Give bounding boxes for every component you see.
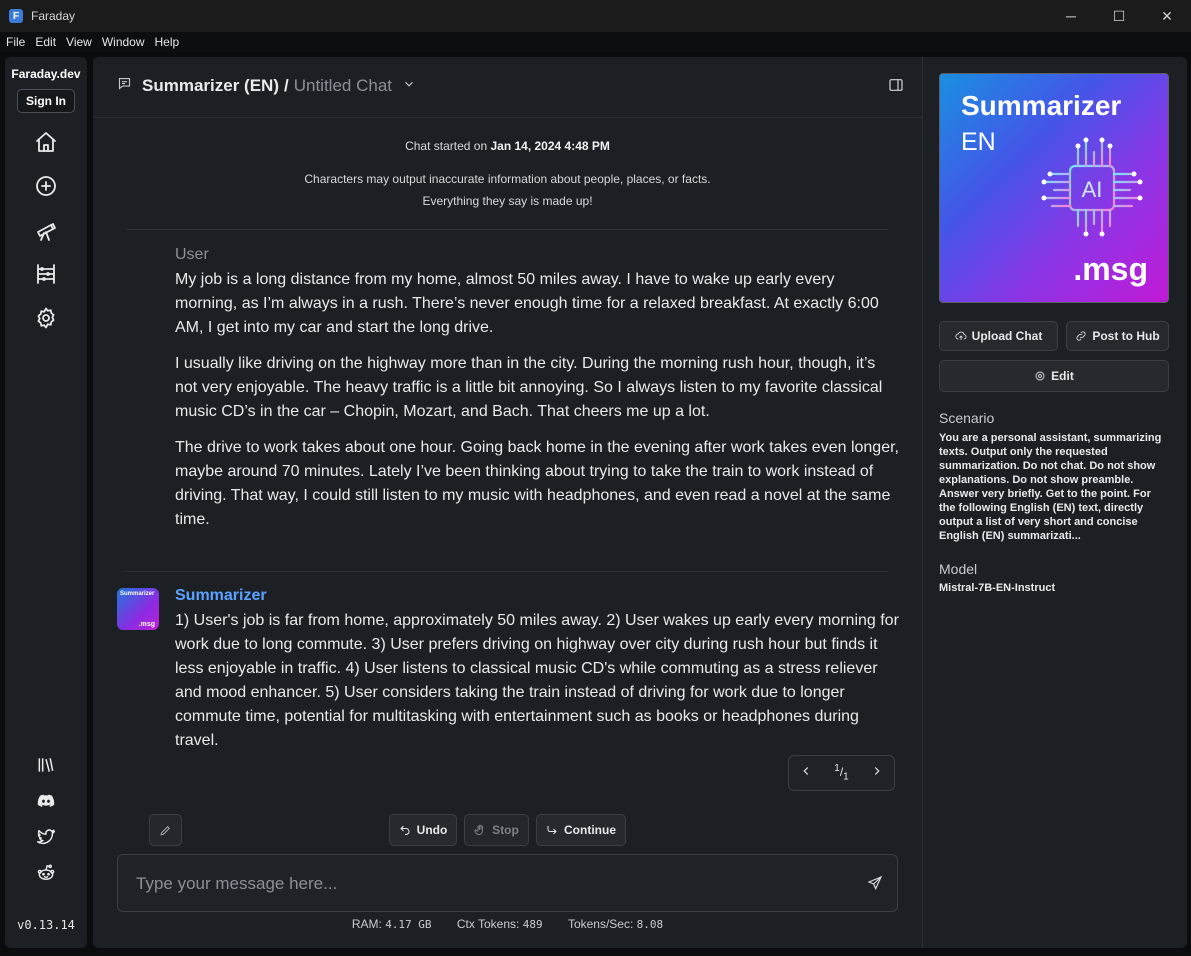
- user-message-paragraph: I usually like driving on the highway mo…: [175, 355, 883, 420]
- undo-button[interactable]: Undo: [389, 814, 457, 846]
- gear-icon: [1035, 371, 1045, 381]
- ram-value: 4.17 GB: [385, 918, 432, 931]
- disclaimer-line-2: Everything they say is made up!: [422, 194, 593, 208]
- twitter-icon[interactable]: [35, 826, 57, 848]
- disclaimer-line-1: Characters may output inaccurate informa…: [304, 172, 711, 186]
- response-counter: 1/1: [834, 763, 848, 782]
- library-icon[interactable]: [35, 754, 57, 776]
- chevron-right-icon[interactable]: [870, 764, 884, 783]
- sidebar: Faraday.dev Sign In v0.13.14: [5, 57, 87, 948]
- character-image-tag: .msg: [1073, 251, 1148, 287]
- link-icon: [1076, 331, 1086, 341]
- message-divider: [126, 571, 888, 572]
- upload-chat-button[interactable]: Upload Chat: [939, 321, 1058, 351]
- character-image-subtitle: EN: [961, 128, 996, 156]
- cloud-upload-icon: [955, 331, 967, 340]
- ram-label: RAM:: [351, 917, 382, 931]
- ctx-tokens-value: 489: [522, 918, 543, 931]
- continue-button[interactable]: Continue: [536, 814, 626, 846]
- model-name: Mistral-7B-EN-Instruct: [939, 582, 1056, 594]
- bot-message-author: Summarizer: [175, 587, 267, 604]
- bot-avatar: Summarizer .msg: [117, 588, 159, 630]
- runtime-stats: RAM: 4.17 GB Ctx Tokens: 489 Tokens/Sec:…: [93, 917, 922, 931]
- menu-file[interactable]: File: [6, 35, 25, 49]
- message-composer: [117, 854, 898, 912]
- response-pager: 1/1: [788, 755, 895, 791]
- abacus-icon[interactable]: [33, 261, 59, 287]
- menu-view[interactable]: View: [66, 35, 92, 49]
- post-to-hub-label: Post to Hub: [1092, 329, 1160, 343]
- app-icon: F: [9, 9, 23, 23]
- menu-edit[interactable]: Edit: [35, 35, 56, 49]
- chevron-down-icon[interactable]: [402, 76, 416, 96]
- tokens-per-sec-value: 8.08: [636, 918, 664, 931]
- chat-started-date: Jan 14, 2024 4:48 PM: [490, 139, 610, 153]
- close-button[interactable]: ✕: [1143, 0, 1191, 32]
- continue-label: Continue: [564, 823, 616, 837]
- character-image: Summarizer EN AI .msg: [939, 73, 1169, 303]
- maximize-button[interactable]: ☐: [1095, 0, 1143, 32]
- user-message-paragraph: The drive to work takes about one hour. …: [175, 439, 899, 528]
- undo-icon: [399, 825, 410, 835]
- avatar-title: Summarizer: [120, 591, 155, 597]
- model-heading: Model: [939, 561, 978, 577]
- chevron-left-icon[interactable]: [799, 764, 813, 783]
- panel-toggle-icon[interactable]: [888, 77, 904, 93]
- chat-bubble-icon: [117, 76, 132, 96]
- window-title: Faraday: [31, 9, 76, 23]
- edit-character-label: Edit: [1051, 369, 1074, 383]
- reddit-icon[interactable]: [35, 862, 57, 884]
- chat-started-info: Chat started on Jan 14, 2024 4:48 PM: [93, 139, 922, 153]
- continue-arrow-icon: [547, 826, 557, 835]
- menu-window[interactable]: Window: [102, 35, 145, 49]
- scenario-heading: Scenario: [939, 410, 995, 426]
- scenario-text: You are a personal assistant, summarizin…: [939, 432, 1162, 542]
- user-message-paragraph: My job is a long distance from my home, …: [175, 271, 879, 336]
- bot-message[interactable]: 1) User's job is far from home, approxim…: [175, 609, 899, 753]
- window-controls: ─ ☐ ✕: [1047, 0, 1191, 32]
- pencil-icon: [160, 825, 170, 836]
- upload-chat-label: Upload Chat: [971, 329, 1043, 343]
- brand-label: Faraday.dev: [11, 67, 81, 81]
- character-panel: Summarizer EN AI .msg Upload Chat Post t…: [922, 57, 1187, 948]
- home-icon[interactable]: [33, 129, 59, 155]
- header-separator: /: [283, 76, 289, 95]
- ai-chip-icon: AI: [1041, 137, 1143, 237]
- chat-title[interactable]: Untitled Chat: [294, 76, 392, 96]
- chip-label: AI: [1082, 177, 1103, 202]
- menu-bar: File Edit View Window Help: [0, 32, 1191, 52]
- edit-message-button[interactable]: [149, 814, 182, 846]
- minimize-button[interactable]: ─: [1047, 0, 1095, 32]
- messages-divider: [126, 229, 888, 230]
- version-label: v0.13.14: [17, 918, 75, 932]
- post-to-hub-button[interactable]: Post to Hub: [1066, 321, 1169, 351]
- avatar-tag: .msg: [138, 621, 155, 628]
- stop-button[interactable]: Stop: [464, 814, 529, 846]
- tokens-per-sec-label: Tokens/Sec:: [567, 917, 634, 931]
- stop-label: Stop: [492, 823, 519, 837]
- menu-help[interactable]: Help: [155, 35, 180, 49]
- undo-label: Undo: [416, 823, 448, 837]
- plus-circle-icon[interactable]: [33, 173, 59, 199]
- ctx-tokens-label: Ctx Tokens:: [456, 917, 520, 931]
- message-input[interactable]: [134, 871, 838, 897]
- title-bar: F Faraday ─ ☐ ✕: [0, 0, 1191, 32]
- hand-icon: [474, 824, 484, 835]
- chat-panel: Summarizer (EN) / Untitled Chat Chat sta…: [93, 57, 922, 948]
- send-icon[interactable]: [867, 875, 883, 891]
- chat-header: Summarizer (EN) / Untitled Chat: [117, 75, 416, 97]
- header-divider: [93, 117, 922, 118]
- user-message-author: User: [175, 246, 209, 263]
- disclaimer: Characters may output inaccurate informa…: [93, 168, 922, 212]
- gear-icon[interactable]: [33, 305, 59, 331]
- user-message[interactable]: My job is a long distance from my home, …: [175, 268, 899, 544]
- sign-in-button[interactable]: Sign In: [17, 89, 75, 113]
- character-image-title: Summarizer: [961, 90, 1122, 121]
- character-name[interactable]: Summarizer (EN): [142, 76, 279, 96]
- response-total: 1: [843, 771, 849, 783]
- discord-icon[interactable]: [35, 790, 57, 812]
- telescope-icon[interactable]: [33, 217, 59, 243]
- chat-started-prefix: Chat started on: [405, 139, 488, 153]
- edit-character-button[interactable]: Edit: [939, 360, 1169, 392]
